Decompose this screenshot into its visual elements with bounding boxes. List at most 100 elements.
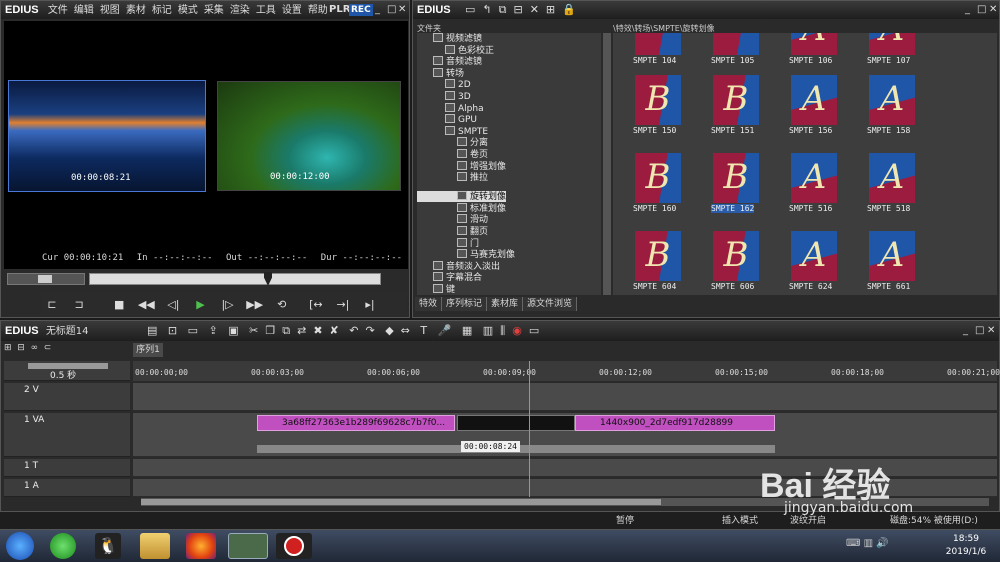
tree-item[interactable]: SMPTE: [417, 125, 601, 138]
capture-icon[interactable]: ⊡: [168, 324, 177, 337]
tree-scrollbar[interactable]: [603, 33, 611, 295]
sync-icon[interactable]: ⇔: [401, 324, 410, 337]
menu-item[interactable]: 编辑: [74, 5, 94, 16]
timeline-cursor[interactable]: [529, 361, 530, 497]
menu-item[interactable]: 标记: [152, 5, 172, 16]
tree-item[interactable]: 2D: [417, 79, 601, 91]
tree-item[interactable]: 键: [417, 283, 601, 295]
folder-icon[interactable]: ▭: [465, 3, 475, 16]
effect-thumbnail[interactable]: SMPTE 104: [627, 33, 697, 73]
menu-item[interactable]: 模式: [178, 5, 198, 16]
effect-thumbnail[interactable]: A SMPTE 106: [783, 33, 853, 73]
effect-thumbnail[interactable]: B SMPTE 160: [627, 151, 697, 221]
tab-source-browser[interactable]: 源文件浏览: [523, 297, 578, 311]
browser-360-icon[interactable]: [50, 533, 76, 559]
effect-thumbnail[interactable]: B SMPTE 151: [705, 73, 775, 143]
open-icon[interactable]: ▭: [188, 324, 198, 337]
close-icon[interactable]: ✕: [989, 1, 997, 19]
rec-toggle[interactable]: REC: [349, 4, 373, 16]
menu-item[interactable]: 设置: [282, 5, 302, 16]
fast-forward-icon[interactable]: ▶▶: [245, 296, 265, 314]
minimize-icon[interactable]: _: [965, 1, 970, 19]
track-header-1va[interactable]: 1 VA: [4, 413, 130, 457]
effect-thumbnail[interactable]: A SMPTE 624: [783, 229, 853, 295]
delete-icon[interactable]: ✖: [313, 324, 322, 337]
ripple-delete-icon[interactable]: ✘: [330, 324, 339, 337]
tree-item[interactable]: 增强划像: [417, 160, 601, 173]
tab-effects[interactable]: 特效: [415, 297, 443, 311]
marker-icon[interactable]: ◆: [385, 324, 393, 337]
tree-item[interactable]: 卷页: [417, 148, 601, 161]
effect-thumbnail[interactable]: SMPTE 105: [705, 33, 775, 73]
shuttle-slider[interactable]: [7, 273, 85, 285]
link-icon[interactable]: ∞: [31, 343, 39, 353]
set-out-icon[interactable]: ⊐: [69, 296, 89, 314]
track-lane-2v[interactable]: [133, 383, 997, 411]
set-in-icon[interactable]: ⊏: [42, 296, 62, 314]
effect-thumbnail[interactable]: A SMPTE 518: [861, 151, 931, 221]
microphone-icon[interactable]: 🎤: [438, 324, 452, 337]
video-clip-1[interactable]: 3a68ff27363e1b289f69628c7b7f0...: [257, 415, 455, 431]
menu-item[interactable]: 帮助: [308, 5, 328, 16]
tree-item[interactable]: GPU: [417, 114, 601, 126]
tree-item[interactable]: 分离: [417, 137, 601, 149]
view-icon[interactable]: ⧉: [499, 3, 507, 16]
effect-thumbnail[interactable]: A SMPTE 661: [861, 229, 931, 295]
insert-icon[interactable]: [↔: [306, 296, 326, 314]
transition-block[interactable]: [457, 415, 575, 431]
step-back-icon[interactable]: ◁|: [163, 296, 183, 314]
layout-icon[interactable]: ⊟: [513, 3, 522, 16]
menu-item[interactable]: 采集: [204, 5, 224, 16]
redo-icon[interactable]: ↷: [365, 324, 374, 337]
record-icon[interactable]: ◉: [512, 324, 522, 337]
qq-icon[interactable]: 🐧: [95, 533, 121, 559]
time-ruler[interactable]: 00:00:00;00 00:00:03;00 00:00:06;00 00:00:0…: [133, 361, 1000, 381]
tree-item[interactable]: 马赛克划像: [417, 249, 601, 261]
tree-item[interactable]: 字幕混合: [417, 272, 601, 284]
status-insert-mode[interactable]: 插入模式: [722, 512, 758, 530]
effect-thumbnail[interactable]: B SMPTE 150: [627, 73, 697, 143]
effect-thumbnail[interactable]: B SMPTE 604: [627, 229, 697, 295]
track-header-1t[interactable]: 1 T: [4, 459, 130, 477]
mixer-icon[interactable]: ⫼: [500, 324, 505, 337]
group-icon[interactable]: ⊂: [44, 343, 52, 353]
tree-item[interactable]: 门: [417, 237, 601, 250]
cut-icon[interactable]: ✂: [249, 324, 258, 337]
recorder-icon[interactable]: [276, 533, 312, 559]
tree-item[interactable]: 色彩校正: [417, 44, 601, 57]
step-forward-icon[interactable]: |▷: [218, 296, 238, 314]
playhead-handle[interactable]: [264, 272, 272, 286]
track-header-2v[interactable]: 2 V: [4, 383, 130, 411]
edius-taskbar-icon[interactable]: [228, 533, 268, 559]
undo-icon[interactable]: ↶: [349, 324, 358, 337]
track-tool-icon[interactable]: ⊟: [17, 343, 25, 353]
keyboard-icon[interactable]: ⌨: [846, 538, 860, 549]
tree-item[interactable]: Alpha: [417, 102, 601, 115]
maximize-icon[interactable]: □: [387, 1, 396, 19]
menu-item[interactable]: 素材: [126, 5, 146, 16]
plr-toggle[interactable]: PLR: [329, 1, 350, 19]
project-icon[interactable]: ▤: [147, 324, 157, 337]
menu-item[interactable]: 工具: [256, 5, 276, 16]
tree-item[interactable]: 旋转划像: [417, 190, 507, 203]
effect-thumbnail[interactable]: A SMPTE 158: [861, 73, 931, 143]
tree-item[interactable]: 转场: [417, 67, 601, 80]
network-icon[interactable]: ▥: [864, 538, 873, 549]
lock-icon[interactable]: 🔒: [562, 3, 576, 16]
track-header-1a[interactable]: 1 A: [4, 479, 130, 497]
tree-item[interactable]: 音频滤镜: [417, 56, 601, 68]
menu-item[interactable]: 渲染: [230, 5, 250, 16]
monitor-icon[interactable]: ▭: [529, 324, 539, 337]
effect-thumbnail[interactable]: B SMPTE 606: [705, 229, 775, 295]
tab-bin[interactable]: 素材库: [487, 297, 524, 311]
video-clip-2[interactable]: 1440x900_2d7edf917d28899: [575, 415, 775, 431]
up-icon[interactable]: ↰: [482, 3, 491, 16]
maximize-icon[interactable]: □: [977, 1, 986, 19]
minimize-icon[interactable]: _: [963, 321, 968, 341]
stop-icon[interactable]: ■: [109, 296, 129, 314]
delete-icon[interactable]: ✕: [530, 3, 539, 16]
tree-item[interactable]: 视频滤镜: [417, 33, 601, 45]
tree-item[interactable]: 翻页: [417, 225, 601, 238]
tree-item[interactable]: 滑动: [417, 214, 601, 226]
play-icon[interactable]: ▶: [190, 296, 210, 314]
